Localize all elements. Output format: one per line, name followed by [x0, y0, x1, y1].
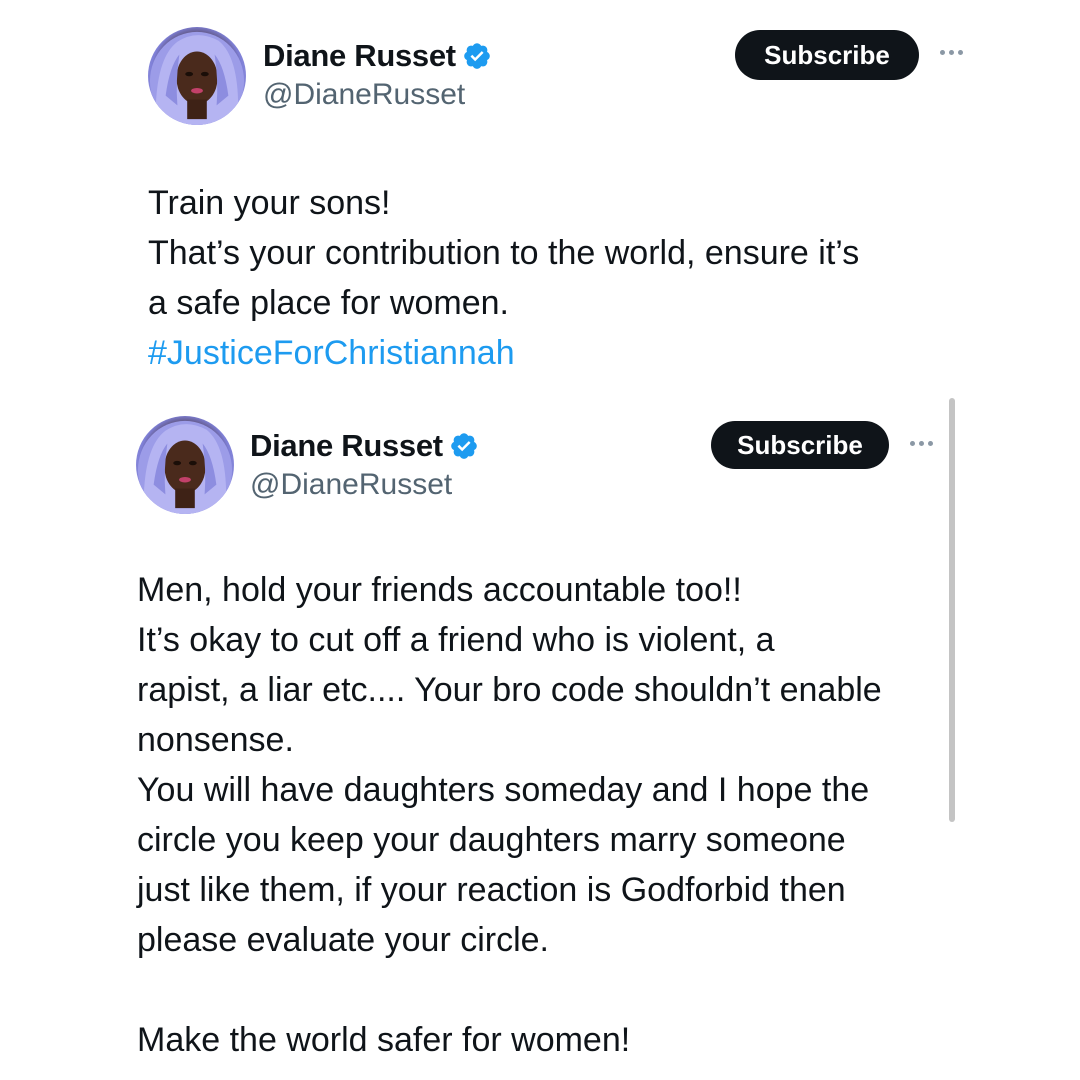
tweet-line: a safe place for women.: [148, 284, 509, 322]
tweet-2: Diane Russet @DianeRusset Subscribe Men,…: [0, 390, 1080, 1080]
tweet-line: Train your sons!: [148, 184, 391, 222]
tweet-text: Train your sons! That’s your contributio…: [148, 178, 859, 378]
subscribe-button[interactable]: Subscribe: [735, 30, 919, 80]
tweet-line: circle you keep your daughters marry som…: [137, 821, 846, 859]
tweet-line: Men, hold your friends accountable too!!: [137, 571, 742, 609]
tweet-line: please evaluate your circle.: [137, 921, 550, 959]
avatar[interactable]: [136, 416, 234, 514]
tweet-line: Make the world safer for women!: [137, 1021, 631, 1059]
verified-badge-icon: [464, 43, 490, 69]
tweet-line: nonsense.: [137, 721, 294, 759]
profile-photo-icon: [149, 31, 245, 125]
subscribe-button[interactable]: Subscribe: [711, 421, 889, 469]
hashtag-link[interactable]: #JusticeForChristiannah: [148, 328, 859, 378]
author-name[interactable]: Diane Russet: [250, 428, 443, 464]
tweet-line: just like them, if your reaction is Godf…: [137, 871, 846, 909]
tweet-1: Diane Russet @DianeRusset Subscribe Trai…: [0, 0, 1080, 390]
tweet-line: That’s your contribution to the world, e…: [148, 234, 860, 272]
tweet-line: rapist, a liar etc.... Your bro code sho…: [137, 671, 882, 709]
tweet-text: Men, hold your friends accountable too!!…: [137, 565, 882, 1065]
tweet-line: It’s okay to cut off a friend who is vio…: [137, 621, 775, 659]
tweet-line: [137, 965, 882, 1015]
author-name[interactable]: Diane Russet: [263, 38, 456, 74]
tweet-line: You will have daughters someday and I ho…: [137, 771, 870, 809]
verified-badge-icon: [451, 433, 477, 459]
author-handle[interactable]: @DianeRusset: [250, 468, 452, 502]
author-handle[interactable]: @DianeRusset: [263, 78, 465, 112]
more-options-icon[interactable]: [940, 50, 963, 55]
profile-photo-icon: [137, 420, 233, 514]
avatar[interactable]: [148, 27, 246, 125]
more-options-icon[interactable]: [910, 441, 933, 446]
